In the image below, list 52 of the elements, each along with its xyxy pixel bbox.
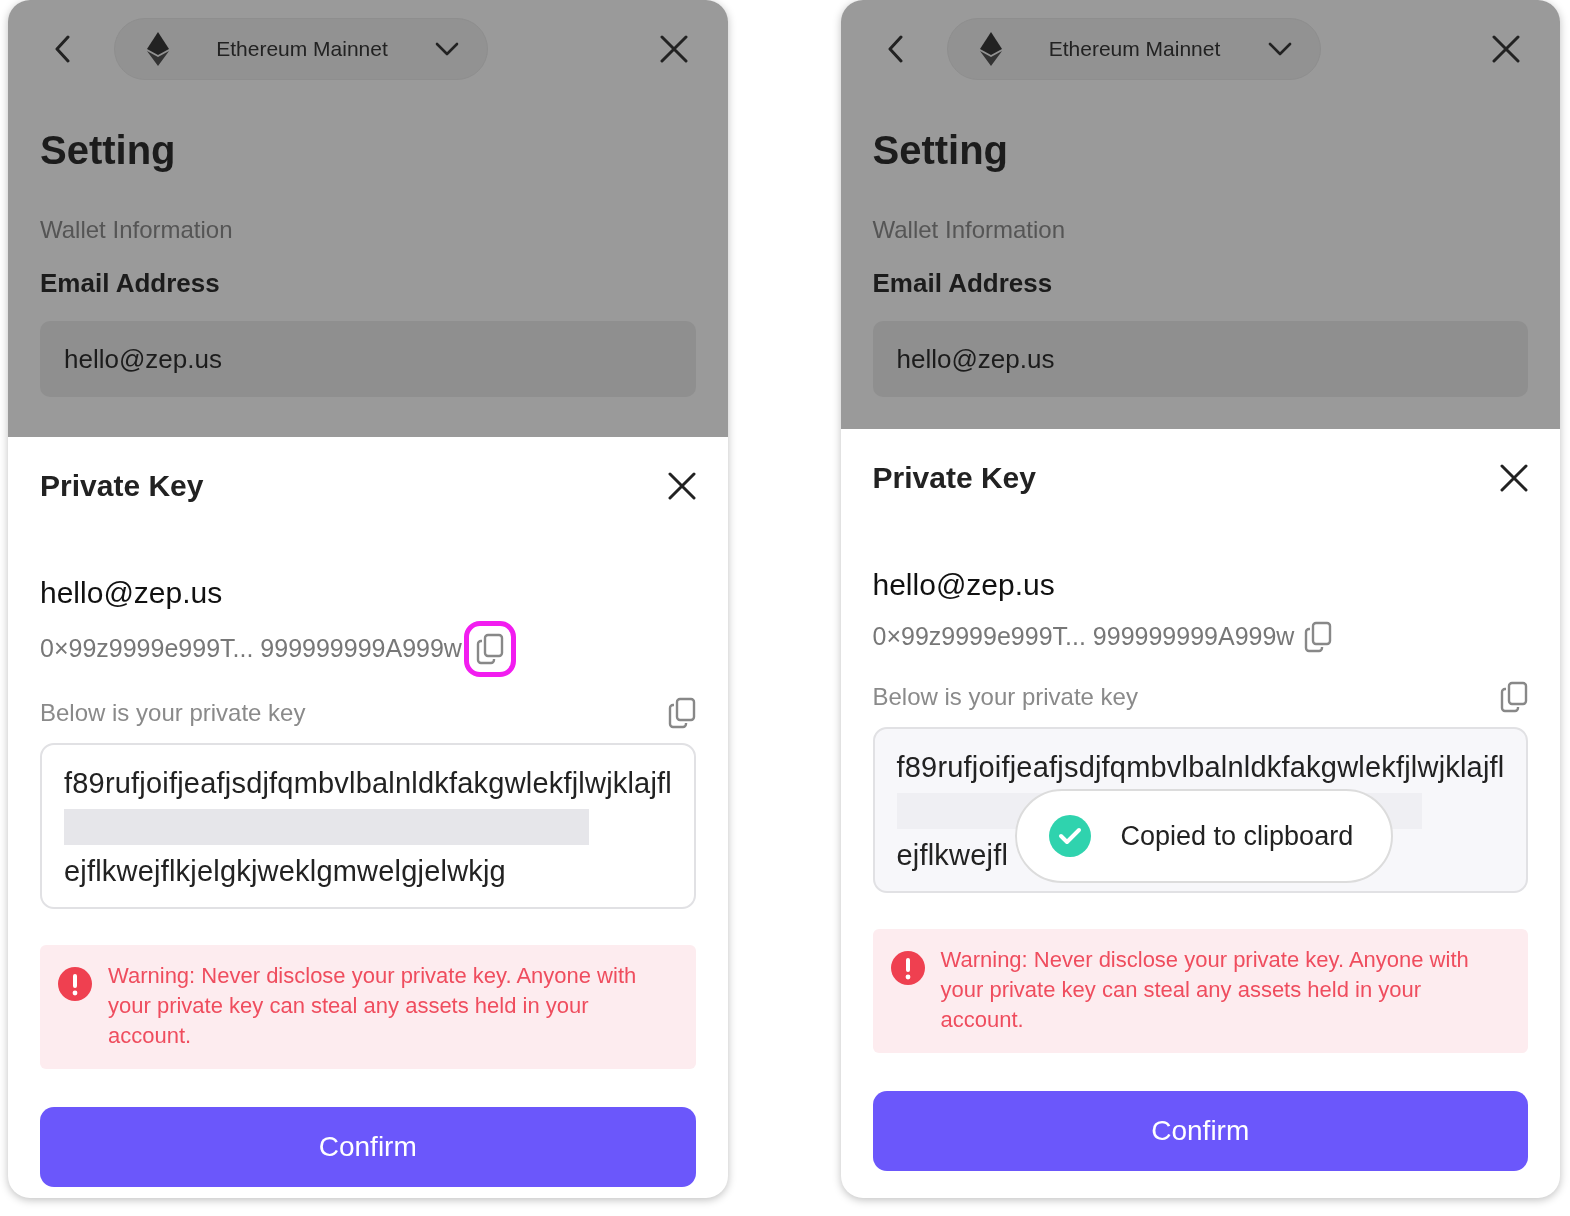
back-button[interactable] [54, 35, 70, 63]
close-icon [1492, 35, 1520, 63]
chevron-down-icon [435, 42, 459, 56]
copy-icon [475, 633, 504, 665]
sheet-title: Private Key [872, 460, 1036, 496]
copy-icon [1304, 621, 1333, 653]
close-icon [1500, 463, 1528, 492]
section-label: Wallet Information [872, 215, 1066, 245]
network-selector[interactable]: Ethereum Mainnet [114, 18, 488, 80]
copy-icon [1500, 681, 1528, 713]
wallet-address: 0×99z9999e999T... 999999999A999w [872, 621, 1295, 653]
close-button[interactable] [1492, 35, 1520, 63]
key-text: ejflkwejflkjelgkjweklgmwelgjelwkjg [64, 854, 506, 889]
diamond-icon [979, 32, 1002, 66]
email-field: hello@zep.us [872, 321, 1528, 397]
warning-icon [890, 951, 925, 985]
wallet-address: 0×99z9999e999T... 999999999A999w [40, 633, 462, 665]
copy-icon [667, 697, 696, 729]
warning-text: Warning: Never disclose your private key. Anyone with your private key can steal any assets held in your account. [108, 962, 638, 1050]
page-title: Setting [40, 128, 177, 172]
email-field: hello@zep.us [40, 321, 696, 397]
field-label: Email Address [872, 267, 1054, 300]
confirm-button[interactable]: Confirm [872, 1091, 1528, 1171]
chevron-down-icon [1267, 42, 1292, 56]
back-button[interactable] [886, 35, 903, 63]
close-button[interactable] [659, 35, 688, 63]
warning-icon [58, 967, 92, 1001]
account-email: hello@zep.us [872, 567, 1056, 603]
key-text: f89rufjoifjeafjsdjfqmbvlbalnldkfakgwlekfjlwjklajfl [896, 750, 1505, 785]
key-text: ejflkwejfl [896, 838, 1009, 873]
network-selector[interactable]: Ethereum Mainnet [946, 18, 1321, 80]
close-button[interactable] [1500, 463, 1528, 492]
account-email: hello@zep.us [40, 575, 224, 611]
key-label: Below is your private key [872, 682, 1138, 712]
back-icon [54, 35, 70, 63]
sheet-title: Private Key [40, 468, 204, 504]
back-icon [886, 35, 903, 63]
diamond-icon [147, 32, 169, 66]
confirm-button[interactable]: Confirm [40, 1107, 696, 1187]
key-text: f89rufjoifjeafjsdjfqmbvlbalnldkfakgwlekfjlwjklajfl [64, 766, 672, 801]
page-title: Setting [872, 128, 1010, 172]
copy-button[interactable] [1500, 681, 1528, 713]
section-label: Wallet Information [40, 215, 234, 245]
close-button[interactable] [667, 471, 696, 500]
copy-button[interactable] [667, 697, 696, 729]
key-label: Below is your private key [40, 698, 306, 728]
close-icon [659, 35, 688, 63]
toast-message: Copied to clipboard [1120, 819, 1354, 853]
field-label: Email Address [40, 267, 221, 300]
warning-text: Warning: Never disclose your private key. Anyone with your private key can steal any assets held in your account. [940, 946, 1470, 1034]
check-icon [1048, 815, 1091, 857]
close-icon [667, 471, 696, 500]
